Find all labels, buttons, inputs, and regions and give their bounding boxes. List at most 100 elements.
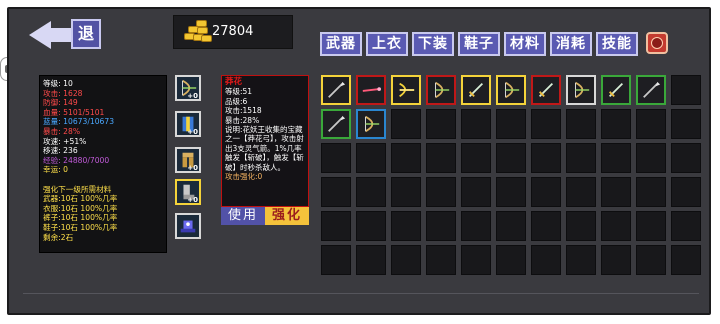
inventory-slot[interactable] [426, 75, 456, 105]
stat-line: 攻速: +51% [43, 136, 87, 146]
inventory-slot[interactable] [566, 75, 596, 105]
inventory-slot[interactable] [671, 245, 701, 275]
enhance-level-label: +0 [187, 196, 198, 204]
inventory-slot[interactable] [461, 211, 491, 241]
inventory-slot[interactable] [496, 177, 526, 207]
inventory-slot[interactable] [461, 245, 491, 275]
inventory-slot[interactable] [601, 75, 631, 105]
item-grade: 品级:6 [225, 96, 248, 106]
inventory-slot[interactable] [356, 75, 386, 105]
inventory-slot[interactable] [531, 211, 561, 241]
inventory-slot[interactable] [496, 75, 526, 105]
inventory-slot[interactable] [391, 109, 421, 139]
inventory-slot[interactable] [636, 75, 666, 105]
inventory-slot[interactable] [636, 109, 666, 139]
enhance-level-label: +0 [187, 164, 198, 172]
gold-amount: 27804 [212, 24, 254, 39]
inventory-slot[interactable] [426, 245, 456, 275]
inventory-slot[interactable] [321, 109, 351, 139]
inventory-slot[interactable] [671, 177, 701, 207]
upgrade-button[interactable]: 强化 [265, 207, 309, 225]
inventory-slot[interactable] [391, 211, 421, 241]
inventory-panel: 退 27804 武器 上衣 下装 鞋子 材料 消耗 技能 等级: 10 攻击: 1… [7, 7, 711, 315]
sword-icon [536, 80, 556, 100]
inventory-slot[interactable] [321, 245, 351, 275]
inventory-slot[interactable] [391, 245, 421, 275]
inventory-slot[interactable] [356, 143, 386, 173]
inventory-slot[interactable] [601, 177, 631, 207]
inventory-slot[interactable] [601, 109, 631, 139]
inventory-slot[interactable] [601, 143, 631, 173]
inventory-slot[interactable] [356, 211, 386, 241]
stat-line: 裤子:10石 100%几率 [43, 213, 118, 223]
inventory-slot[interactable] [636, 245, 666, 275]
inventory-slot[interactable] [496, 109, 526, 139]
inventory-slot[interactable] [601, 211, 631, 241]
tab-weapons[interactable]: 武器 [320, 32, 362, 56]
enhance-level-label: +0 [187, 92, 198, 100]
tab-shoes[interactable]: 鞋子 [458, 32, 500, 56]
tab-bottoms[interactable]: 下装 [412, 32, 454, 56]
equip-slot[interactable] [175, 213, 201, 239]
inventory-slot[interactable] [461, 177, 491, 207]
inventory-slot[interactable] [321, 75, 351, 105]
equip-slot[interactable]: +0 [175, 75, 201, 101]
inventory-slot[interactable] [356, 109, 386, 139]
inventory-slot[interactable] [636, 143, 666, 173]
inventory-slot[interactable] [426, 109, 456, 139]
spear-icon [641, 80, 661, 100]
tab-consumables[interactable]: 消耗 [550, 32, 592, 56]
spear-icon [326, 114, 346, 134]
enhance-level-label: +0 [187, 128, 198, 136]
mech-icon [178, 216, 198, 240]
close-icon[interactable] [646, 32, 668, 54]
inventory-slot[interactable] [321, 143, 351, 173]
inventory-slot[interactable] [461, 75, 491, 105]
inventory-slot[interactable] [566, 245, 596, 275]
inventory-slot[interactable] [496, 245, 526, 275]
inventory-slot[interactable] [391, 177, 421, 207]
inventory-slot[interactable] [426, 177, 456, 207]
inventory-slot[interactable] [671, 143, 701, 173]
inventory-slot[interactable] [321, 211, 351, 241]
inventory-slot[interactable] [636, 177, 666, 207]
inventory-slot[interactable] [461, 109, 491, 139]
inventory-slot[interactable] [531, 109, 561, 139]
stat-line: 攻击: 1628 [43, 88, 83, 98]
inventory-slot[interactable] [531, 143, 561, 173]
inventory-slot[interactable] [671, 109, 701, 139]
inventory-slot[interactable] [566, 177, 596, 207]
inventory-slot[interactable] [671, 211, 701, 241]
equip-slot[interactable]: +0 [175, 111, 201, 137]
equip-slot[interactable]: +0 [175, 147, 201, 173]
tab-materials[interactable]: 材料 [504, 32, 546, 56]
inventory-slot[interactable] [391, 75, 421, 105]
inventory-slot[interactable] [566, 109, 596, 139]
crossbow-icon [396, 80, 416, 100]
inventory-slot[interactable] [461, 143, 491, 173]
inventory-slot[interactable] [356, 177, 386, 207]
inventory-slot[interactable] [356, 245, 386, 275]
inventory-slot[interactable] [496, 143, 526, 173]
tab-tops[interactable]: 上衣 [366, 32, 408, 56]
inventory-slot[interactable] [321, 177, 351, 207]
inventory-slot[interactable] [531, 75, 561, 105]
inventory-slot[interactable] [566, 211, 596, 241]
inventory-slot[interactable] [601, 245, 631, 275]
stat-line: 强化下一级所需材料 [43, 184, 112, 194]
inventory-slot[interactable] [531, 177, 561, 207]
inventory-slot[interactable] [496, 211, 526, 241]
inventory-slot[interactable] [636, 211, 666, 241]
tab-skills[interactable]: 技能 [596, 32, 638, 56]
inventory-slot[interactable] [426, 143, 456, 173]
inventory-slot[interactable] [566, 143, 596, 173]
item-name: 莽花 [225, 77, 243, 87]
inventory-slot[interactable] [426, 211, 456, 241]
inventory-slot[interactable] [391, 143, 421, 173]
back-button[interactable]: 退 [29, 19, 103, 51]
equip-slot[interactable]: +0 [175, 179, 201, 205]
use-button[interactable]: 使用 [221, 207, 265, 225]
stat-line: 鞋子:10石 100%几率 [43, 222, 118, 232]
inventory-slot[interactable] [671, 75, 701, 105]
inventory-slot[interactable] [531, 245, 561, 275]
